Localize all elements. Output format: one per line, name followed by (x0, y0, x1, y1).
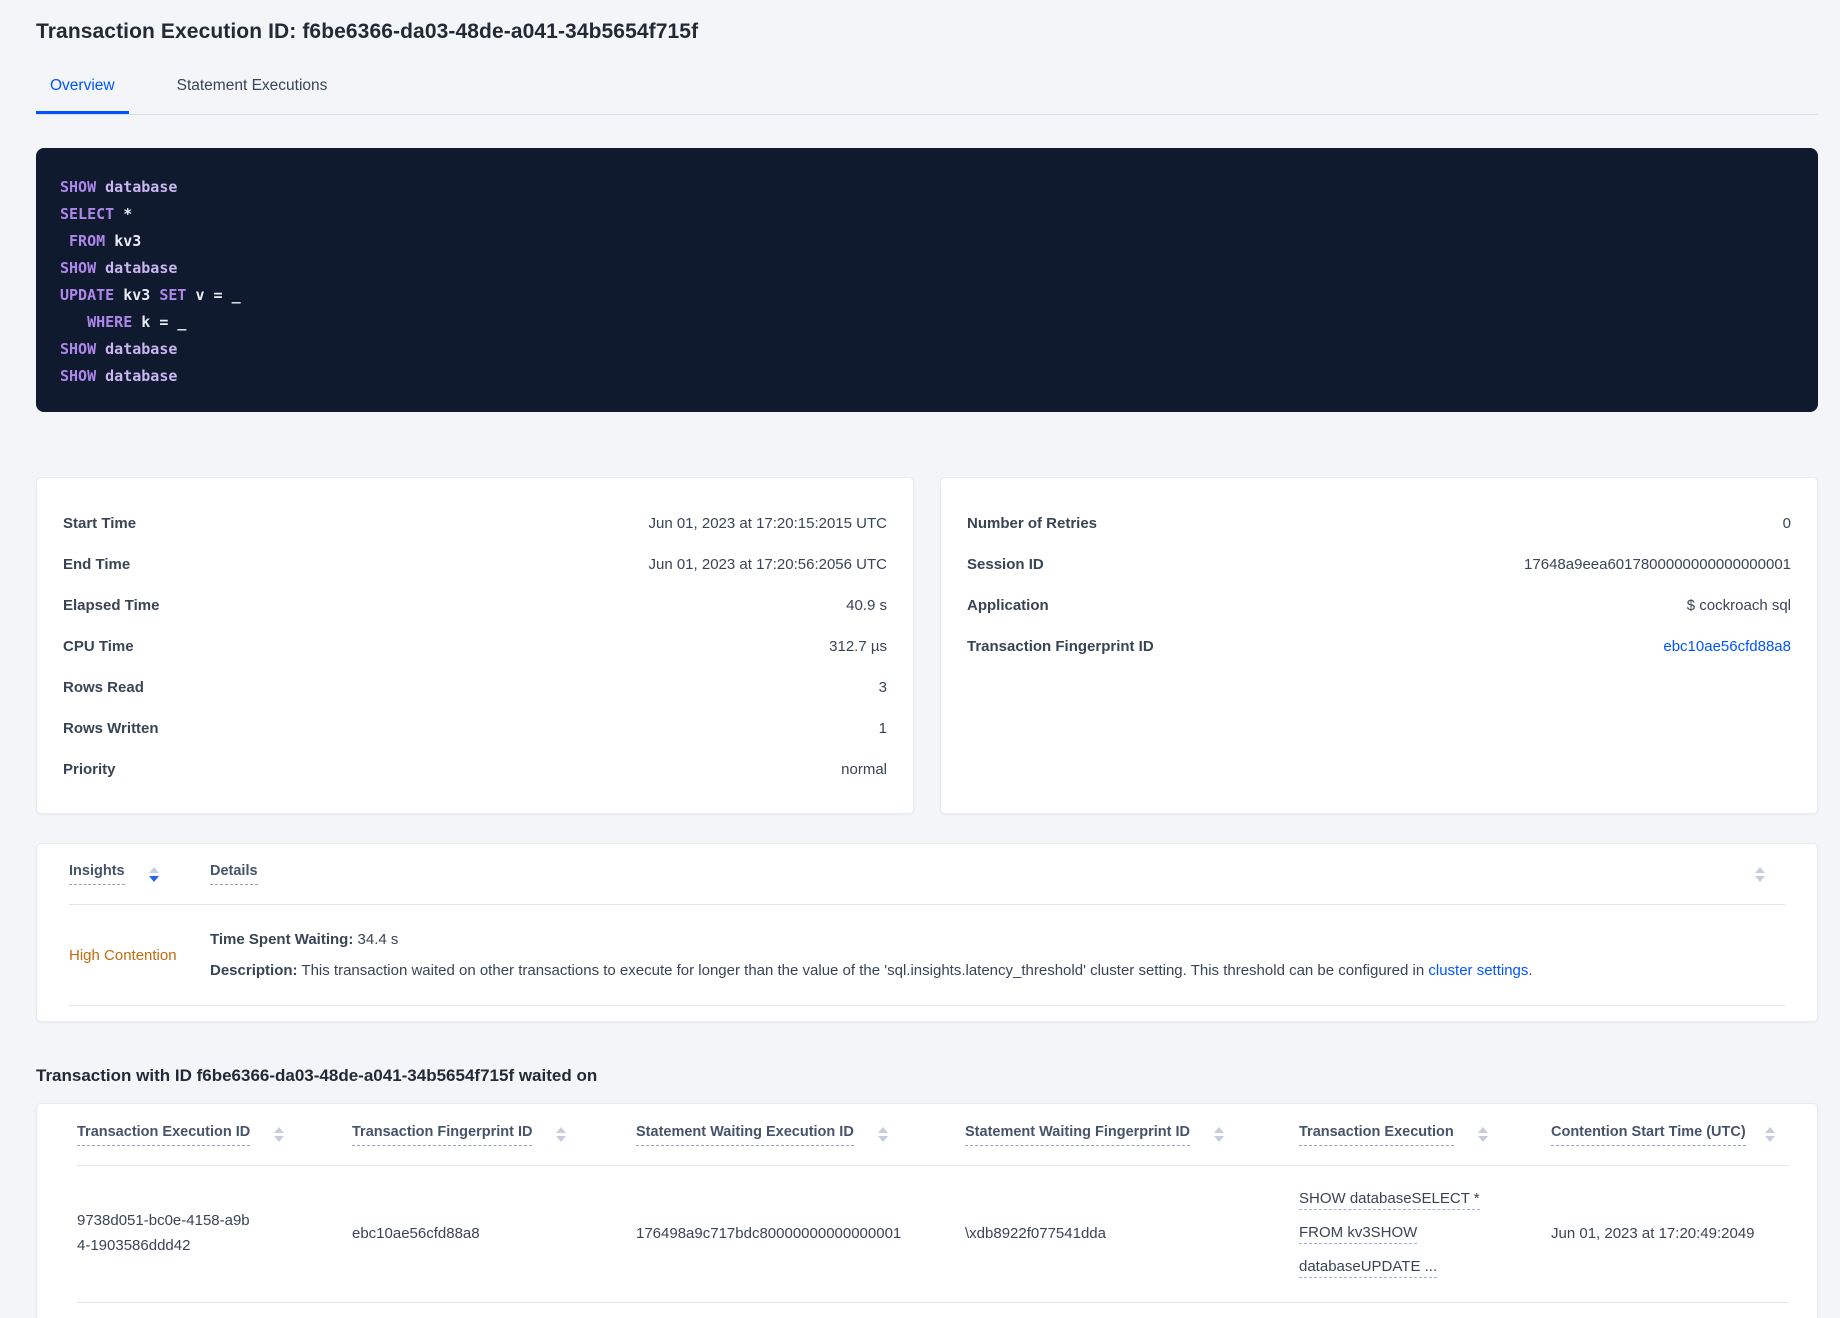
sql-line: FROM kv3 (69, 232, 142, 250)
summary-row: Application $ cockroach sql (967, 585, 1791, 626)
summary-value: 3 (878, 679, 887, 696)
summary-label: Priority (63, 761, 116, 778)
summary-row: CPU Time 312.7 µs (63, 626, 887, 667)
column-header-label: Statement Waiting Execution ID (636, 1124, 854, 1146)
sql-line: UPDATE kv3 SET v = _ (60, 286, 241, 304)
summary-row: Transaction Fingerprint ID ebc10ae56cfd88… (967, 626, 1791, 667)
summary-value: $ cockroach sql (1686, 597, 1791, 614)
waited-on-row: 9738d051-bc0e-4158-a9b4-1903586ddd42 ebc… (77, 1166, 1789, 1303)
sort-icon (1765, 1127, 1775, 1142)
insight-description: Description: This transaction waited on … (210, 961, 1533, 979)
summary-label: Application (967, 597, 1049, 614)
summary-value: normal (841, 761, 887, 778)
summary-label: Start Time (63, 515, 137, 532)
sql-line: SHOW database (60, 367, 178, 385)
details-column-label: Details (210, 863, 258, 885)
summary-label: Elapsed Time (63, 597, 160, 614)
summary-label: Rows Read (63, 679, 144, 696)
cell-statement-waiting-fingerprint-id: \xdb8922f077541dda (965, 1224, 1106, 1242)
summary-value: 1 (878, 720, 887, 737)
sort-icon (1477, 1127, 1488, 1142)
summary-row: Priority normal (63, 749, 887, 790)
summary-value: Jun 01, 2023 at 17:20:56:2056 UTC (648, 556, 887, 573)
cell-contention-start-time: Jun 01, 2023 at 17:20:49:2049 (1551, 1224, 1755, 1242)
insight-type-badge: High Contention (69, 946, 177, 964)
summary-label: Session ID (967, 556, 1044, 573)
summary-row: Rows Read 3 (63, 667, 887, 708)
insights-table: Insights Details High Contention Time Sp… (36, 843, 1818, 1022)
summary-value: 0 (1782, 515, 1791, 532)
summary-cards: Start Time Jun 01, 2023 at 17:20:15:2015 … (36, 477, 1818, 814)
sort-icon (877, 1127, 888, 1142)
cell-transaction-execution-link[interactable]: SHOW databaseSELECT * FROM kv3SHOW datab… (1299, 1182, 1551, 1284)
sql-line: SHOW database (60, 340, 178, 358)
column-header-label: Transaction Execution (1299, 1124, 1454, 1146)
cell-transaction-execution-id: 9738d051-bc0e-4158-a9b4-1903586ddd42 (77, 1212, 250, 1254)
summary-label: Rows Written (63, 720, 159, 737)
time-spent-waiting: Time Spent Waiting: 34.4 s (210, 930, 399, 948)
cell-transaction-fingerprint-id: ebc10ae56cfd88a8 (352, 1224, 480, 1242)
sort-icon (556, 1127, 567, 1142)
summary-card-right-rows: Number of Retries 0 Session ID 17648a9eea60… (967, 503, 1791, 667)
summary-card-left: Start Time Jun 01, 2023 at 17:20:15:2015 … (36, 477, 914, 814)
column-header-label: Transaction Execution ID (77, 1124, 251, 1146)
tab-bar: Overview Statement Executions (36, 76, 1818, 115)
summary-card-right: Number of Retries 0 Session ID 17648a9eea60… (940, 477, 1818, 814)
waited-on-table: Transaction Execution ID Transaction Fing… (36, 1103, 1818, 1318)
sort-icon (1755, 866, 1765, 882)
summary-value: Jun 01, 2023 at 17:20:15:2015 UTC (648, 515, 887, 532)
summary-label: Transaction Fingerprint ID (967, 638, 1154, 655)
summary-value: 40.9 s (846, 597, 887, 614)
sql-line: WHERE k = _ (87, 313, 187, 331)
sort-icon (1214, 1127, 1225, 1142)
page-title: Transaction Execution ID: f6be6366-da03-… (36, 20, 699, 43)
column-header-blank[interactable] (1755, 866, 1785, 882)
summary-value: 312.7 µs (829, 638, 887, 655)
column-header-transaction-execution-id[interactable]: Transaction Execution ID (77, 1124, 352, 1146)
insights-table-header: Insights Details (69, 844, 1785, 905)
column-header-transaction-execution[interactable]: Transaction Execution (1299, 1124, 1551, 1146)
column-header-label: Contention Start Time (UTC) (1551, 1124, 1746, 1146)
column-header-contention-start-time-utc-[interactable]: Contention Start Time (UTC) (1551, 1124, 1789, 1146)
sort-icon (274, 1127, 285, 1142)
sql-statements-box: SHOW database SELECT * FROM kv3 SHOW datab… (36, 148, 1818, 412)
tab-overview[interactable]: Overview (36, 76, 129, 114)
transaction-details-page: Transaction Execution ID: f6be6366-da03-… (0, 0, 1840, 1318)
summary-row: Elapsed Time 40.9 s (63, 585, 887, 626)
insight-row: High Contention Time Spent Waiting: 34.4… (69, 905, 1785, 1006)
column-header-transaction-fingerprint-id[interactable]: Transaction Fingerprint ID (352, 1124, 636, 1146)
column-header-label: Statement Waiting Fingerprint ID (965, 1124, 1191, 1146)
transaction-fingerprint-link[interactable]: ebc10ae56cfd88a8 (1663, 638, 1791, 655)
waited-on-table-header: Transaction Execution ID Transaction Fing… (77, 1104, 1789, 1166)
summary-card-left-rows: Start Time Jun 01, 2023 at 17:20:15:2015 … (63, 503, 887, 790)
sql-line: SHOW database (60, 259, 178, 277)
summary-value: 17648a9eea6017800000000000000001 (1524, 556, 1791, 573)
summary-label: Number of Retries (967, 515, 1098, 532)
column-header-insights[interactable]: Insights (69, 863, 210, 885)
sql-line: SELECT * (60, 205, 133, 223)
summary-row: End Time Jun 01, 2023 at 17:20:56:2056 UT… (63, 544, 887, 585)
summary-row: Start Time Jun 01, 2023 at 17:20:15:2015 … (63, 503, 887, 544)
summary-row: Session ID 17648a9eea60178000000000000000… (967, 544, 1791, 585)
tab-statement-executions[interactable]: Statement Executions (163, 76, 342, 114)
sql-line: SHOW database (60, 178, 178, 196)
summary-row: Number of Retries 0 (967, 503, 1791, 544)
summary-label: End Time (63, 556, 131, 573)
cluster-settings-link[interactable]: cluster settings (1428, 962, 1528, 979)
sort-icon (148, 866, 159, 882)
column-header-statement-waiting-execution-id[interactable]: Statement Waiting Execution ID (636, 1124, 965, 1146)
waited-on-heading: Transaction with ID f6be6366-da03-48de-a… (36, 1066, 598, 1085)
summary-row: Rows Written 1 (63, 708, 887, 749)
column-header-statement-waiting-fingerprint-id[interactable]: Statement Waiting Fingerprint ID (965, 1124, 1299, 1146)
insights-column-label: Insights (69, 863, 125, 885)
insight-details: Time Spent Waiting: 34.4 s Description: … (210, 929, 1785, 982)
summary-label: CPU Time (63, 638, 134, 655)
cell-statement-waiting-execution-id: 176498a9c717bdc80000000000000001 (636, 1224, 902, 1242)
column-header-details[interactable]: Details (210, 863, 1755, 885)
column-header-label: Transaction Fingerprint ID (352, 1124, 533, 1146)
